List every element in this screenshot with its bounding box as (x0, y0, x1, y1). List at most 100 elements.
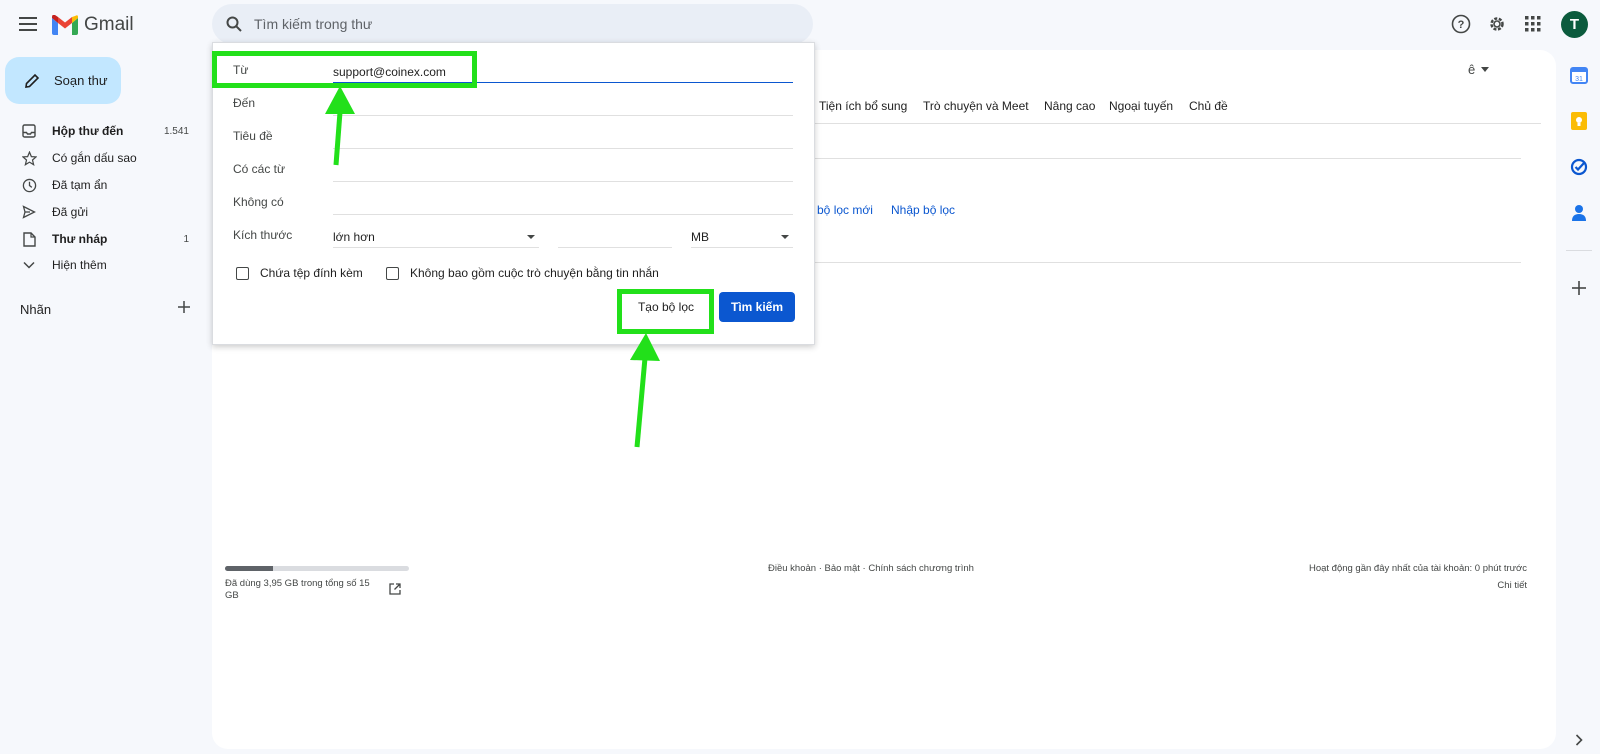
input-tools-label: ê (1468, 62, 1476, 77)
labels-heading: Nhãn (20, 302, 52, 317)
terms-link[interactable]: Điều khoản (768, 563, 816, 574)
sidebar-item-sent[interactable]: Đã gửi (0, 199, 200, 225)
tasks-icon[interactable] (1568, 156, 1590, 178)
to-label: Đến (233, 96, 256, 110)
subject-input[interactable] (333, 127, 793, 149)
sidebar-item-more[interactable]: Hiện thêm (0, 252, 200, 278)
size-unit-select[interactable]: MB (691, 226, 793, 248)
sidebar-item-label: Đã gửi (52, 205, 89, 219)
caret-down-icon (527, 235, 535, 239)
gmail-m-icon (52, 15, 78, 35)
sidebar-item-inbox[interactable]: Hộp thư đến 1.541 (0, 118, 200, 144)
storage-bar (225, 566, 409, 571)
size-unit-value: MB (691, 229, 709, 244)
sidebar-item-label: Có gắn dấu sao (52, 151, 137, 165)
tab-offline[interactable]: Ngoại tuyến (1109, 99, 1173, 113)
doesnt-have-input[interactable] (333, 193, 793, 215)
pencil-icon (22, 71, 42, 91)
tab-chat-meet[interactable]: Trò chuyện và Meet (923, 99, 1029, 113)
section-divider (800, 158, 1521, 159)
settings-gear-icon[interactable] (1485, 12, 1509, 36)
draft-icon (20, 230, 38, 248)
search-icon[interactable] (224, 14, 244, 34)
has-attachment-label: Chứa tệp đính kèm (260, 266, 363, 280)
size-operator-select[interactable]: lớn hơn (333, 226, 539, 248)
sidebar-item-label: Đã tạm ẩn (52, 178, 108, 192)
inbox-icon (20, 122, 38, 140)
sidebar-item-starred[interactable]: Có gắn dấu sao (0, 145, 200, 171)
tabs-divider (800, 123, 1541, 124)
tab-addons[interactable]: Tiện ích bổ sung (819, 99, 907, 113)
svg-text:?: ? (1458, 19, 1465, 31)
import-filters-link[interactable]: Nhập bộ lọc (891, 203, 955, 217)
subject-row: Tiêu đề (233, 127, 793, 149)
has-words-label: Có các từ (233, 162, 286, 176)
caret-down-icon (781, 235, 789, 239)
rail-divider (1566, 250, 1592, 251)
sidebar-item-snoozed[interactable]: Đã tạm ẩn (0, 172, 200, 198)
from-field-highlight-box (212, 51, 477, 88)
to-row: Đến (233, 94, 793, 116)
subject-label: Tiêu đề (233, 129, 273, 143)
create-new-filter-link[interactable]: o bộ lọc mới (807, 203, 873, 217)
storage-bar-fill (225, 566, 273, 571)
unread-count: 1.541 (163, 125, 189, 137)
add-addon-button[interactable] (1568, 277, 1590, 299)
search-button[interactable]: Tìm kiếm (719, 292, 795, 322)
sidebar-item-label: Hộp thư đến (52, 124, 124, 138)
contacts-icon[interactable] (1568, 202, 1590, 224)
storage-usage-text: Đã dùng 3,95 GB trong tổng số 15 GB (225, 578, 370, 601)
program-policies-link[interactable]: Chính sách chương trình (868, 563, 974, 574)
help-icon[interactable]: ? (1449, 12, 1473, 36)
caret-down-icon (1481, 67, 1490, 72)
section-divider (800, 262, 1521, 263)
sidebar-item-drafts[interactable]: Thư nháp 1 (0, 226, 200, 252)
input-tools-button[interactable]: ê (1468, 62, 1490, 77)
activity-details-link[interactable]: Chi tiết (1497, 580, 1527, 591)
has-attachment-checkbox[interactable]: Chứa tệp đính kèm (236, 266, 363, 280)
exclude-chats-label: Không bao gồm cuộc trò chuyện bằng tin n… (410, 266, 659, 280)
account-avatar[interactable]: T (1561, 11, 1588, 38)
checkbox-box (236, 266, 249, 280)
last-activity-text: Hoạt động gần đây nhất của tài khoản: 0 … (1308, 563, 1527, 574)
size-label: Kích thước (233, 228, 293, 242)
keep-icon[interactable] (1568, 110, 1590, 132)
add-label-button[interactable] (175, 298, 193, 316)
send-icon (20, 203, 38, 221)
tab-themes[interactable]: Chủ đề (1189, 99, 1228, 113)
checkbox-box (386, 266, 399, 280)
exclude-chats-checkbox[interactable]: Không bao gồm cuộc trò chuyện bằng tin n… (386, 266, 659, 280)
hamburger-icon (19, 17, 37, 31)
to-input[interactable] (333, 94, 793, 116)
compose-button[interactable]: Soạn thư (5, 57, 121, 104)
has-words-row: Có các từ (233, 160, 793, 182)
clock-icon (20, 176, 38, 194)
apps-grid-icon[interactable] (1521, 12, 1545, 36)
draft-count: 1 (183, 233, 189, 245)
footer-links: Điều khoản · Bảo mật · Chính sách chương… (768, 563, 974, 574)
sidebar-item-label: Thư nháp (52, 232, 108, 246)
doesnt-have-label: Không có (233, 195, 284, 209)
star-icon (20, 149, 38, 167)
external-link-icon[interactable] (389, 582, 403, 596)
size-value-input[interactable] (558, 226, 672, 248)
create-filter-highlight-box (617, 289, 714, 334)
search-input[interactable] (254, 16, 774, 32)
privacy-link[interactable]: Bảo mật (825, 563, 860, 574)
expand-rail-chevron-icon[interactable] (1568, 729, 1590, 751)
tab-advanced[interactable]: Nâng cao (1044, 99, 1095, 113)
svg-text:31: 31 (1575, 76, 1583, 83)
has-words-input[interactable] (333, 160, 793, 182)
search-bar[interactable] (212, 4, 813, 44)
plus-icon (1572, 281, 1586, 295)
gmail-logo[interactable]: Gmail (52, 12, 134, 38)
chevron-down-icon (20, 256, 38, 274)
calendar-icon[interactable]: 31 (1568, 64, 1590, 86)
gmail-logo-text: Gmail (84, 14, 134, 35)
sidebar-item-label: Hiện thêm (52, 258, 107, 272)
top-header: Gmail ? T (0, 0, 1600, 48)
doesnt-have-row: Không có (233, 193, 793, 215)
compose-label: Soạn thư (54, 73, 108, 88)
main-menu-button[interactable] (14, 10, 42, 38)
plus-icon (178, 301, 190, 313)
